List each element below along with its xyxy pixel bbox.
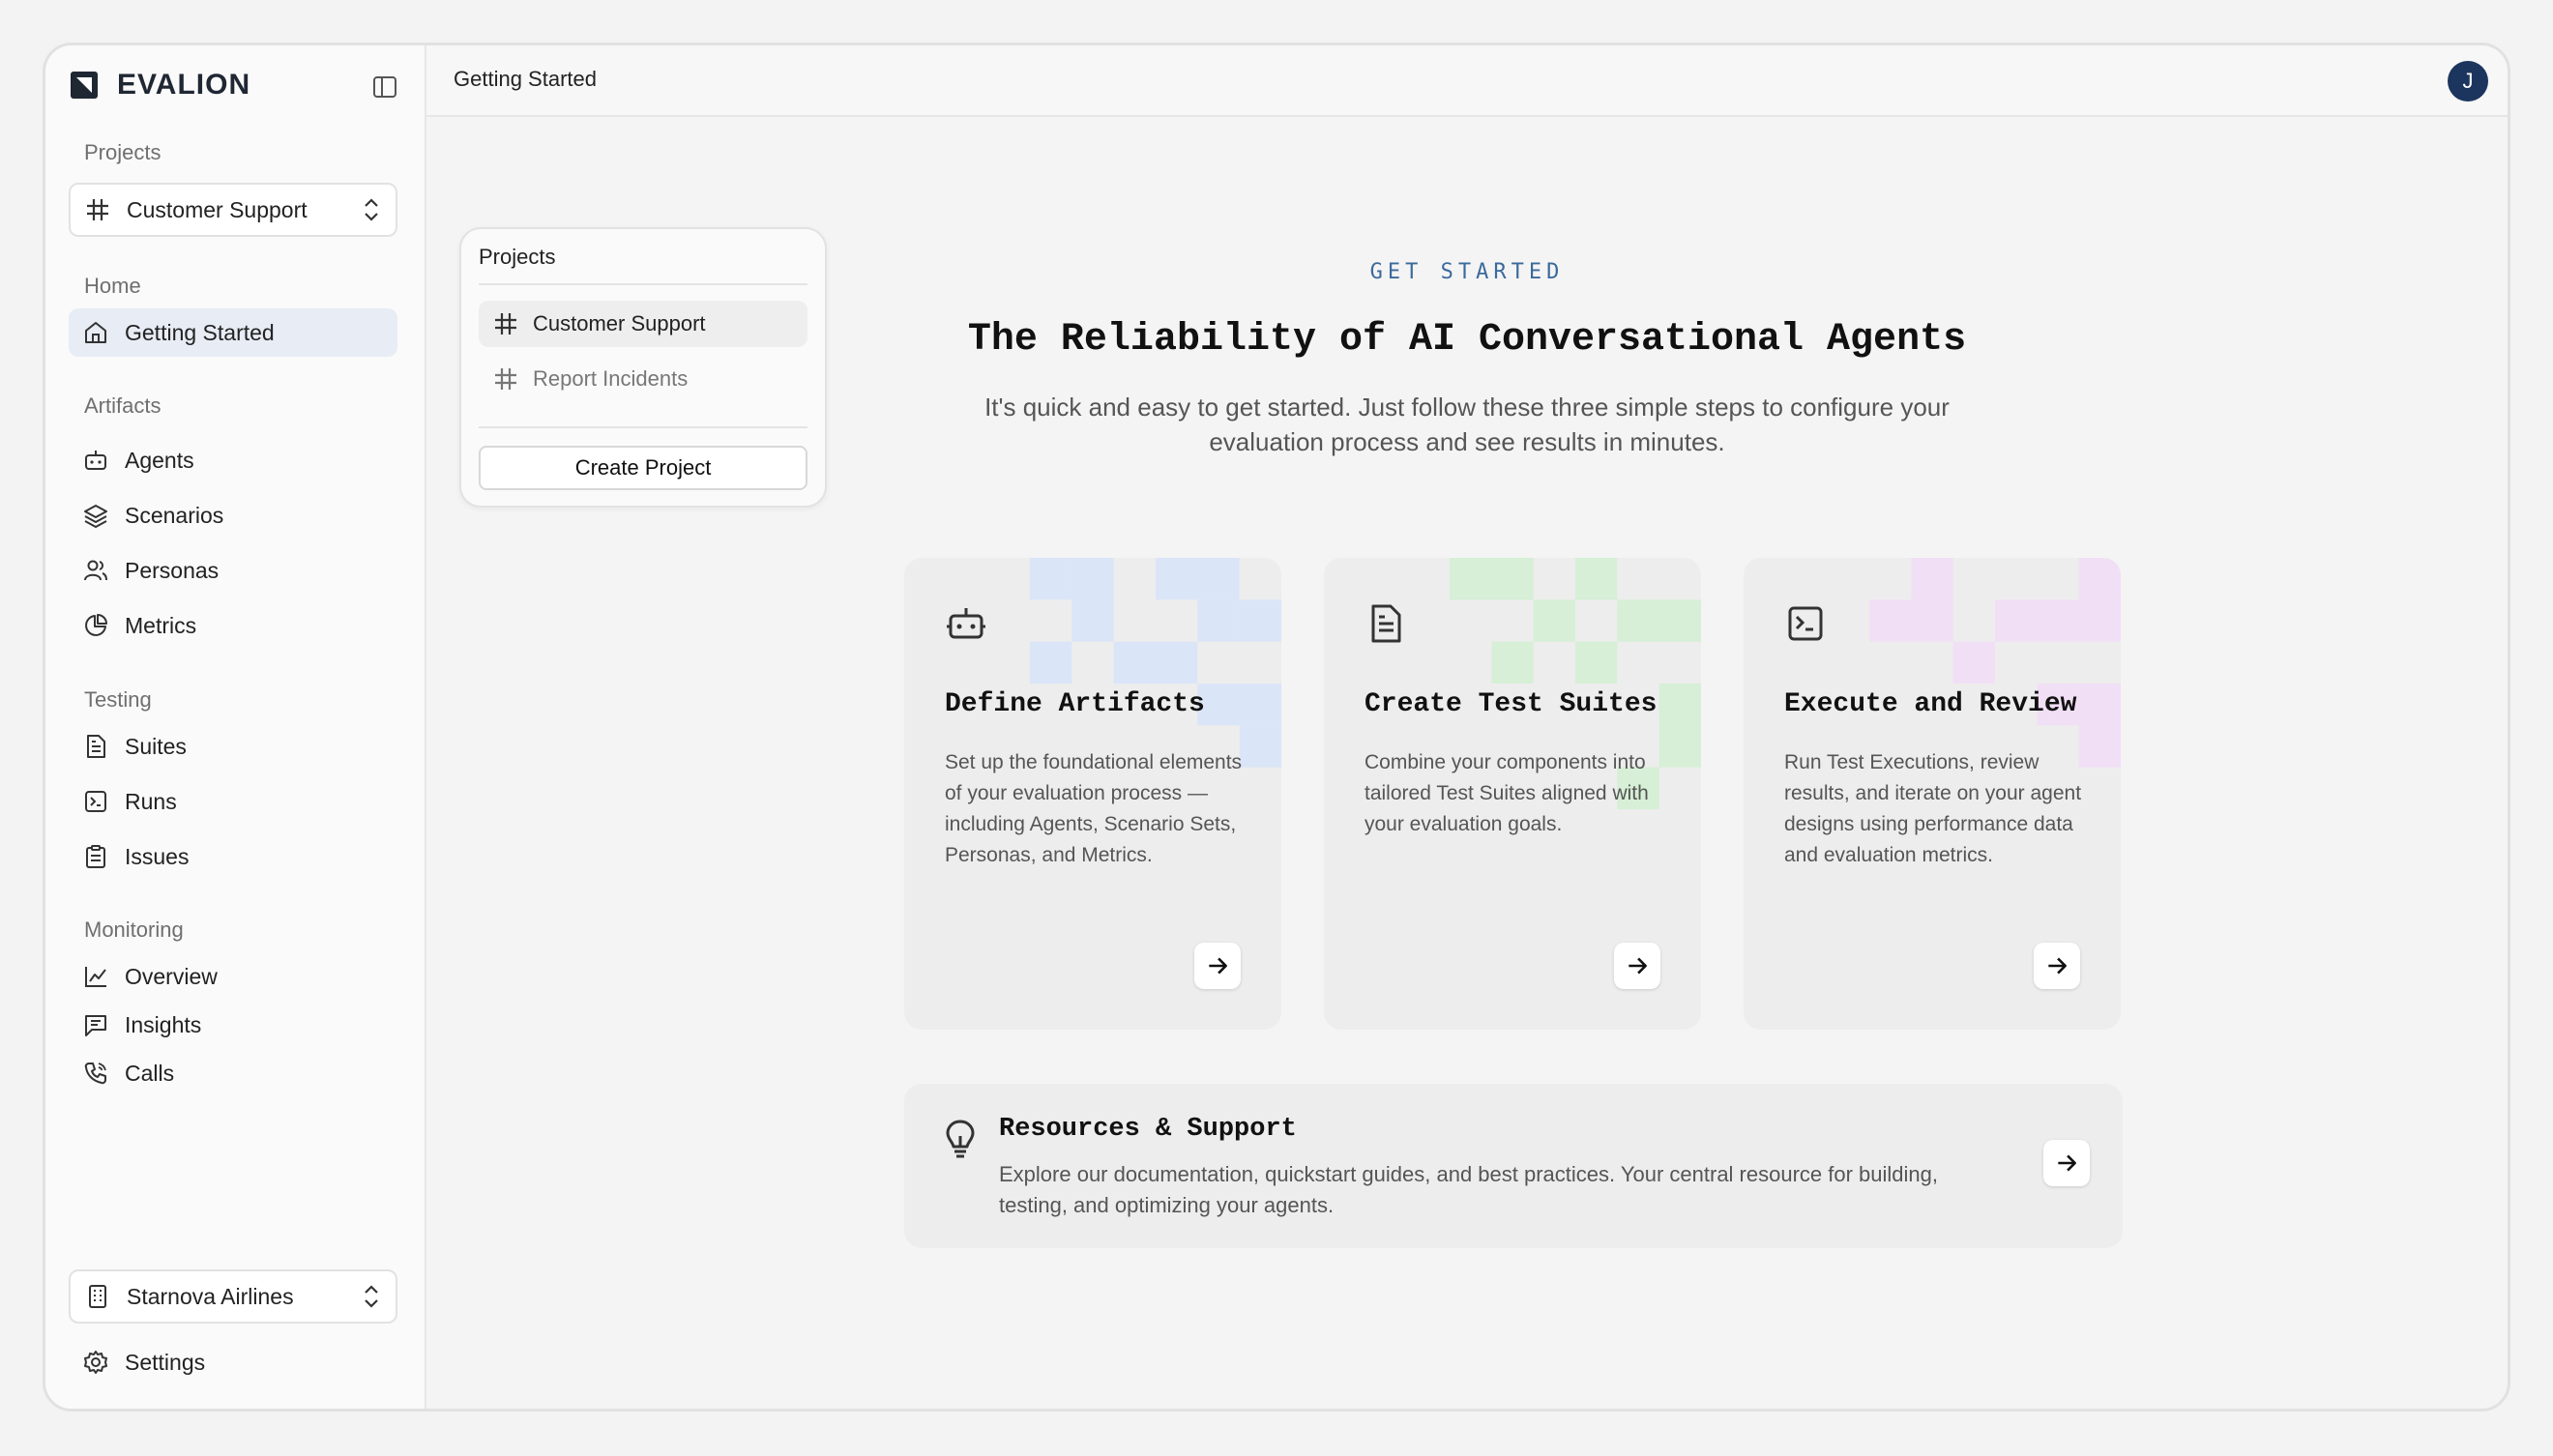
hash-icon (495, 368, 516, 390)
sidebar-toggle-button[interactable] (370, 73, 399, 102)
card-title: Create Test Suites (1365, 689, 1658, 719)
arrow-right-icon (2058, 1154, 2076, 1172)
project-selector-label: Customer Support (127, 196, 308, 222)
chevrons-up-down-icon (365, 198, 378, 221)
lightbulb-icon (946, 1120, 975, 1158)
sidebar-item-label: Metrics (125, 612, 197, 638)
testing-section-label: Testing (84, 687, 152, 712)
file-text-icon (87, 735, 105, 758)
card-arrow-button[interactable] (1614, 943, 1660, 989)
hash-icon (495, 313, 516, 335)
sidebar-item-suites[interactable]: Suites (69, 722, 397, 771)
card-arrow-button[interactable] (1194, 943, 1241, 989)
line-chart-icon (85, 967, 106, 987)
arrow-right-icon (1629, 957, 1647, 975)
sidebar-item-scenarios[interactable]: Scenarios (69, 491, 397, 539)
app-window: EVALION Projects Customer Support Home G… (43, 43, 2510, 1412)
sidebar-item-label: Issues (125, 843, 190, 869)
logo[interactable]: EVALION (69, 69, 250, 102)
resources-title: Resources & Support (999, 1115, 1297, 1144)
hash-icon (87, 199, 108, 220)
divider (479, 283, 807, 285)
layers-icon (84, 505, 107, 528)
clipboard-icon (86, 845, 105, 868)
sidebar-item-runs[interactable]: Runs (69, 777, 397, 826)
card-create-test-suites[interactable]: Create Test Suites Combine your componen… (1324, 558, 1701, 1030)
organization-selector-label: Starnova Airlines (127, 1283, 294, 1309)
users-icon (84, 560, 107, 581)
sidebar-item-metrics[interactable]: Metrics (69, 601, 397, 650)
home-section-label: Home (84, 274, 141, 298)
user-avatar[interactable]: J (2448, 61, 2488, 102)
terminal-icon (1788, 606, 1823, 641)
organization-selector[interactable]: Starnova Airlines (69, 1269, 397, 1324)
hero-subtitle: It's quick and easy to get started. Just… (984, 393, 1950, 456)
sidebar-item-label: Calls (125, 1060, 175, 1086)
project-option-label: Report Incidents (533, 366, 689, 391)
home-icon (85, 322, 106, 343)
card-title: Define Artifacts (945, 689, 1205, 719)
arrow-right-icon (2048, 957, 2067, 975)
building-icon (89, 1285, 106, 1308)
sidebar-item-issues[interactable]: Issues (69, 832, 397, 881)
sidebar: EVALION Projects Customer Support Home G… (45, 45, 426, 1409)
artifacts-section-label: Artifacts (84, 393, 161, 418)
sidebar-item-label: Runs (125, 788, 177, 814)
project-selector[interactable]: Customer Support (69, 183, 397, 237)
monitoring-section-label: Monitoring (84, 917, 184, 942)
create-project-button[interactable]: Create Project (479, 446, 807, 490)
sidebar-item-calls[interactable]: Calls (69, 1049, 397, 1097)
project-option-label: Customer Support (533, 311, 706, 335)
sidebar-item-label: Personas (125, 557, 220, 583)
sidebar-item-getting-started[interactable]: Getting Started (69, 308, 397, 357)
project-option-report-incidents[interactable]: Report Incidents (479, 356, 807, 402)
panel-left-icon (373, 76, 396, 98)
gear-icon (84, 1351, 107, 1374)
card-execute-and-review[interactable]: Execute and Review Run Test Executions, … (1744, 558, 2121, 1030)
sidebar-item-label: Scenarios (125, 502, 224, 528)
sidebar-item-settings[interactable]: Settings (69, 1338, 397, 1386)
projects-section-label: Projects (84, 140, 161, 164)
bot-icon (85, 451, 106, 470)
card-description: Run Test Executions, review results, and… (1784, 751, 2082, 866)
popover-title: Projects (479, 245, 556, 269)
sidebar-item-personas[interactable]: Personas (69, 546, 397, 595)
sidebar-item-agents[interactable]: Agents (69, 436, 397, 484)
projects-popover: Projects Customer Support Report Inciden… (459, 227, 827, 508)
sidebar-item-insights[interactable]: Insights (69, 1001, 397, 1049)
resources-description: Explore our documentation, quickstart gu… (999, 1162, 1938, 1217)
sidebar-item-label: Settings (125, 1349, 206, 1375)
card-description: Combine your components into tailored Te… (1365, 751, 1649, 835)
top-header: Getting Started J (426, 45, 2508, 117)
sidebar-item-label: Agents (125, 447, 194, 473)
phone-icon (84, 1063, 106, 1085)
brand-name: EVALION (117, 69, 251, 101)
chevrons-up-down-icon (365, 1285, 378, 1308)
sidebar-item-label: Insights (125, 1011, 202, 1037)
card-arrow-button[interactable] (2034, 943, 2080, 989)
bot-icon (947, 608, 985, 639)
file-text-icon (1371, 604, 1401, 643)
card-title: Execute and Review (1784, 689, 2077, 719)
card-define-artifacts[interactable]: Define Artifacts Set up the foundational… (904, 558, 1281, 1030)
sidebar-item-label: Overview (125, 963, 218, 989)
divider (479, 426, 807, 428)
sidebar-item-label: Suites (125, 733, 187, 759)
card-description: Set up the foundational elements of your… (945, 751, 1243, 866)
resources-support-card[interactable]: Resources & Support Explore our document… (904, 1084, 2123, 1248)
message-square-icon (85, 1015, 106, 1036)
brand-logo-icon (71, 72, 98, 99)
sidebar-item-label: Getting Started (125, 319, 275, 345)
resources-arrow-button[interactable] (2043, 1140, 2090, 1186)
project-option-customer-support[interactable]: Customer Support (479, 301, 807, 347)
terminal-icon (85, 791, 106, 812)
sidebar-item-overview[interactable]: Overview (69, 952, 397, 1001)
pie-chart-icon (85, 614, 107, 636)
arrow-right-icon (1209, 957, 1227, 975)
page-title: Getting Started (454, 67, 597, 91)
